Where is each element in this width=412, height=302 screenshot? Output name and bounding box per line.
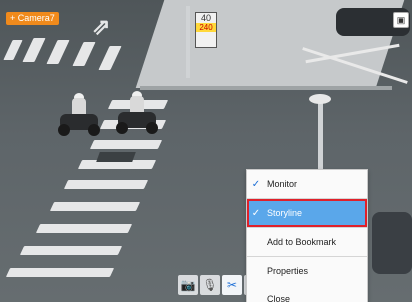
camera-snapshot-icon[interactable]: 📷 bbox=[178, 275, 198, 295]
parked-car bbox=[372, 212, 412, 274]
camera-label[interactable]: + Camera7 bbox=[6, 12, 59, 25]
menu-item-close[interactable]: Close bbox=[247, 285, 367, 302]
manhole-cover bbox=[96, 152, 136, 162]
sign-pole bbox=[186, 6, 190, 78]
tools-icon[interactable]: ✂ bbox=[222, 275, 242, 295]
checkmark-icon: ✓ bbox=[251, 207, 261, 219]
crosswalk-stripe bbox=[63, 180, 149, 189]
crosswalk-stripe bbox=[35, 224, 133, 233]
context-menu: ✓ Monitor ✓ Storyline Add to Bookmark Pr… bbox=[246, 169, 368, 302]
street-lamp bbox=[309, 94, 331, 104]
checkmark-icon: ✓ bbox=[251, 178, 261, 190]
crosswalk-stripe bbox=[19, 246, 123, 255]
motorcycle-rider bbox=[56, 93, 102, 136]
crosswalk-stripe bbox=[49, 202, 141, 211]
menu-item-label: Monitor bbox=[267, 179, 298, 189]
menu-item-label: Properties bbox=[267, 266, 309, 276]
menu-item-add-to-bookmark[interactable]: Add to Bookmark bbox=[247, 228, 367, 256]
road-arrow-icon: ⇗ bbox=[92, 14, 111, 39]
menu-item-monitor[interactable]: ✓ Monitor bbox=[247, 170, 367, 198]
street-lamp-pole bbox=[318, 100, 323, 170]
curb bbox=[140, 86, 392, 90]
microphone-icon[interactable]: 🎙 bbox=[200, 275, 220, 295]
crosswalk-stripe bbox=[5, 268, 115, 277]
fullscreen-icon[interactable]: ▣ bbox=[393, 12, 409, 28]
motorcycle-rider bbox=[114, 91, 160, 134]
sign-line2: 240 bbox=[196, 23, 216, 32]
menu-item-label: Storyline bbox=[267, 208, 303, 218]
menu-item-properties[interactable]: Properties bbox=[247, 257, 367, 285]
crosswalk-stripe bbox=[89, 140, 163, 149]
sign-line1: 40 bbox=[200, 13, 211, 23]
camera-view[interactable]: ⇗ 40 240 + Camera7 ▣ 📷 🎙 ✂ 🔈 bbox=[0, 0, 412, 302]
price-sign: 40 240 bbox=[195, 12, 217, 48]
menu-item-label: Close bbox=[267, 294, 291, 302]
menu-item-label: Add to Bookmark bbox=[267, 237, 337, 247]
menu-item-storyline[interactable]: ✓ Storyline bbox=[247, 199, 367, 227]
